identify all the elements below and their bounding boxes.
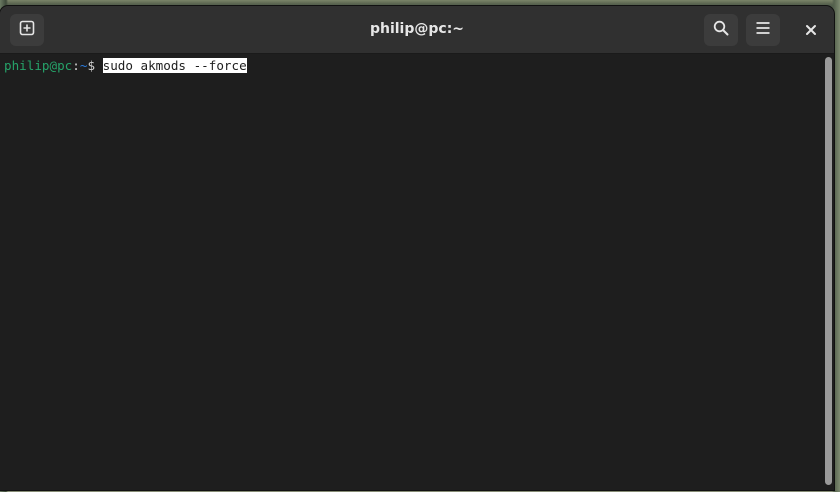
search-icon xyxy=(713,20,729,40)
terminal-line: philip@pc:~$ sudo akmods --force xyxy=(4,58,247,74)
new-tab-button[interactable] xyxy=(10,14,44,46)
selected-command[interactable]: sudo akmods --force xyxy=(102,58,247,73)
prompt-symbol: $ xyxy=(87,58,103,73)
hamburger-menu-icon xyxy=(755,20,771,40)
close-icon xyxy=(805,21,817,40)
terminal-output[interactable]: philip@pc:~$ sudo akmods --force xyxy=(0,54,834,490)
new-tab-icon xyxy=(19,20,35,40)
prompt-separator: : xyxy=(72,58,80,73)
scrollbar[interactable] xyxy=(822,54,834,490)
search-button[interactable] xyxy=(704,14,738,46)
main-menu-button[interactable] xyxy=(746,14,780,46)
header-bar: philip@pc:~ xyxy=(0,6,834,54)
scrollbar-thumb[interactable] xyxy=(825,57,832,485)
prompt-user: philip@pc xyxy=(4,58,73,73)
terminal-window: philip@pc:~ philip@pc:~$ sudo akmods --f… xyxy=(0,6,834,490)
close-button[interactable] xyxy=(794,14,828,46)
